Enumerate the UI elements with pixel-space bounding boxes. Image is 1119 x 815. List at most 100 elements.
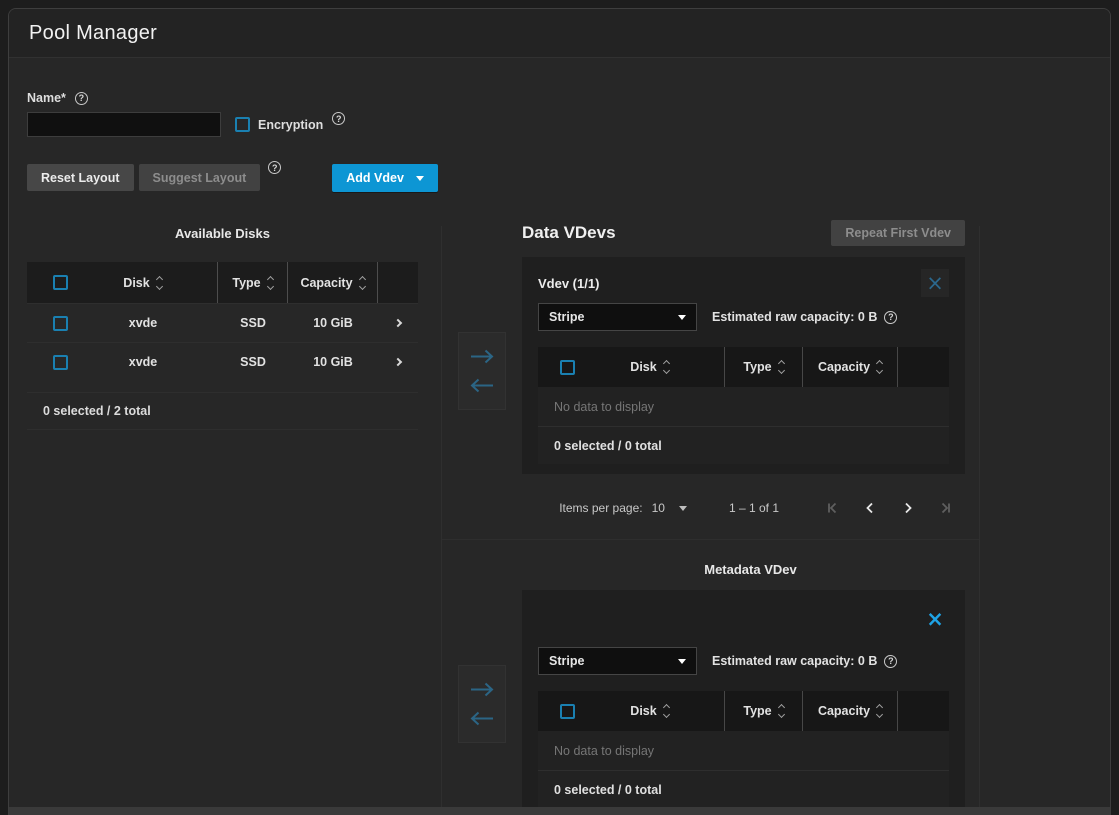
move-right-button[interactable] [469, 681, 495, 698]
capacity-help-icon[interactable]: ? [884, 311, 897, 324]
select-all-checkbox[interactable] [560, 360, 575, 375]
arrow-right-icon [469, 681, 495, 698]
table-header-row: Disk Type [538, 691, 949, 731]
estimated-capacity-text: Estimated raw capacity: 0 B [712, 654, 877, 668]
layout-type-value: Stripe [549, 654, 584, 668]
metadata-vdev-row: × Stripe Estimated raw capacity: 0 B ? [442, 590, 979, 815]
column-label: Type [743, 360, 771, 374]
page-range-label: 1 – 1 of 1 [729, 501, 779, 515]
encryption-help-icon[interactable]: ? [332, 112, 345, 125]
row-checkbox[interactable] [53, 355, 68, 370]
column-header-disk[interactable]: Disk [630, 360, 668, 374]
pool-manager-card: Pool Manager Name* ? Encryption ? Reset … [8, 8, 1111, 815]
metadata-vdev-header: Metadata VDev [442, 561, 979, 579]
horizontal-scrollbar[interactable] [9, 807, 1110, 815]
disk-type: SSD [218, 343, 288, 381]
sort-icon [664, 361, 669, 373]
select-all-checkbox[interactable] [560, 704, 575, 719]
suggest-layout-button[interactable]: Suggest Layout [139, 164, 261, 191]
column-header-type[interactable]: Type [743, 360, 783, 374]
column-label: Disk [630, 360, 656, 374]
column-header-type[interactable]: Type [232, 276, 272, 290]
column-label: Disk [123, 276, 149, 290]
name-input-row: Encryption ? [27, 112, 1092, 137]
capacity-help-icon[interactable]: ? [884, 655, 897, 668]
sort-icon [877, 705, 882, 717]
chevron-down-icon [678, 659, 686, 664]
column-header-disk[interactable]: Disk [630, 704, 668, 718]
first-page-icon [825, 501, 839, 515]
metadata-vdev-title: Metadata VDev [704, 562, 796, 577]
chevron-down-icon [678, 315, 686, 320]
column-header-capacity[interactable]: Capacity [818, 360, 882, 374]
disk-capacity: 10 GiB [288, 343, 378, 381]
vdev-region: Data VDevs Repeat First Vdev [441, 226, 980, 815]
repeat-first-vdev-button[interactable]: Repeat First Vdev [831, 220, 965, 246]
transfer-arrows-column [442, 257, 522, 410]
column-header-disk[interactable]: Disk [123, 276, 161, 290]
column-header-capacity[interactable]: Capacity [300, 276, 364, 290]
page-size-select[interactable]: 10 [652, 501, 687, 515]
disk-row[interactable]: xvde SSD 10 GiB [27, 342, 418, 381]
encryption-checkbox[interactable] [235, 117, 250, 132]
last-page-button[interactable] [937, 499, 955, 517]
move-left-button[interactable] [469, 710, 495, 727]
previous-page-button[interactable] [861, 499, 879, 517]
column-header-type[interactable]: Type [743, 704, 783, 718]
arrow-left-icon [469, 377, 495, 394]
next-page-button[interactable] [899, 499, 917, 517]
transfer-arrows-column [442, 590, 522, 743]
move-left-button[interactable] [469, 377, 495, 394]
sort-icon [877, 361, 882, 373]
expand-row-icon[interactable] [394, 319, 402, 327]
column-header-capacity[interactable]: Capacity [818, 704, 882, 718]
available-disks-table: Disk Type [27, 262, 418, 430]
vdev-disks-table: Disk Type [538, 691, 949, 808]
sort-icon [157, 277, 162, 289]
move-right-button[interactable] [469, 348, 495, 365]
first-page-button[interactable] [823, 499, 841, 517]
layout-type-select[interactable]: Stripe [538, 647, 697, 675]
disk-row[interactable]: xvde SSD 10 GiB [27, 303, 418, 342]
expand-row-icon[interactable] [394, 358, 402, 366]
selection-summary: 0 selected / 0 total [538, 771, 949, 808]
page-nav [823, 499, 955, 517]
available-disks-section: Available Disks Disk [27, 226, 418, 430]
column-label: Disk [630, 704, 656, 718]
disk-type: SSD [218, 304, 288, 342]
reset-layout-button[interactable]: Reset Layout [27, 164, 134, 191]
arrow-left-icon [469, 710, 495, 727]
disk-capacity: 10 GiB [288, 304, 378, 342]
vdev-controls: Stripe Estimated raw capacity: 0 B ? [538, 647, 949, 675]
column-label: Type [743, 704, 771, 718]
column-label: Capacity [818, 360, 870, 374]
layout-type-value: Stripe [549, 310, 584, 324]
add-vdev-button[interactable]: Add Vdev [332, 164, 438, 192]
add-vdev-label: Add Vdev [346, 171, 404, 185]
vdev-panel-header: × [538, 604, 949, 634]
vdev-paginator: Items per page: 10 1 – 1 of 1 [442, 480, 979, 536]
chevron-down-icon [416, 176, 424, 181]
data-vdev-panel: Vdev (1/1) × Stripe Estimated raw capaci… [522, 257, 965, 474]
select-all-checkbox[interactable] [53, 275, 68, 290]
next-page-icon [901, 501, 915, 515]
row-checkbox[interactable] [53, 316, 68, 331]
name-label: Name* [27, 91, 66, 105]
chevron-down-icon [679, 506, 687, 511]
content: Name* ? Encryption ? Reset Layout Sugges… [9, 91, 1110, 815]
layout-type-select[interactable]: Stripe [538, 303, 697, 331]
vdev-controls: Stripe Estimated raw capacity: 0 B ? [538, 303, 949, 331]
sort-icon [664, 705, 669, 717]
disk-name: xvde [129, 316, 158, 330]
table-header-row: Disk Type [538, 347, 949, 387]
selection-summary: 0 selected / 2 total [27, 392, 418, 430]
table-header-row: Disk Type [27, 262, 418, 303]
suggest-layout-help-icon[interactable]: ? [268, 161, 281, 174]
close-icon[interactable]: × [921, 269, 949, 297]
close-icon[interactable]: × [921, 605, 949, 633]
page-backdrop: Pool Manager Name* ? Encryption ? Reset … [0, 0, 1119, 815]
titlebar: Pool Manager [9, 9, 1110, 58]
sort-icon [268, 277, 273, 289]
name-help-icon[interactable]: ? [75, 92, 88, 105]
pool-name-input[interactable] [27, 112, 221, 137]
